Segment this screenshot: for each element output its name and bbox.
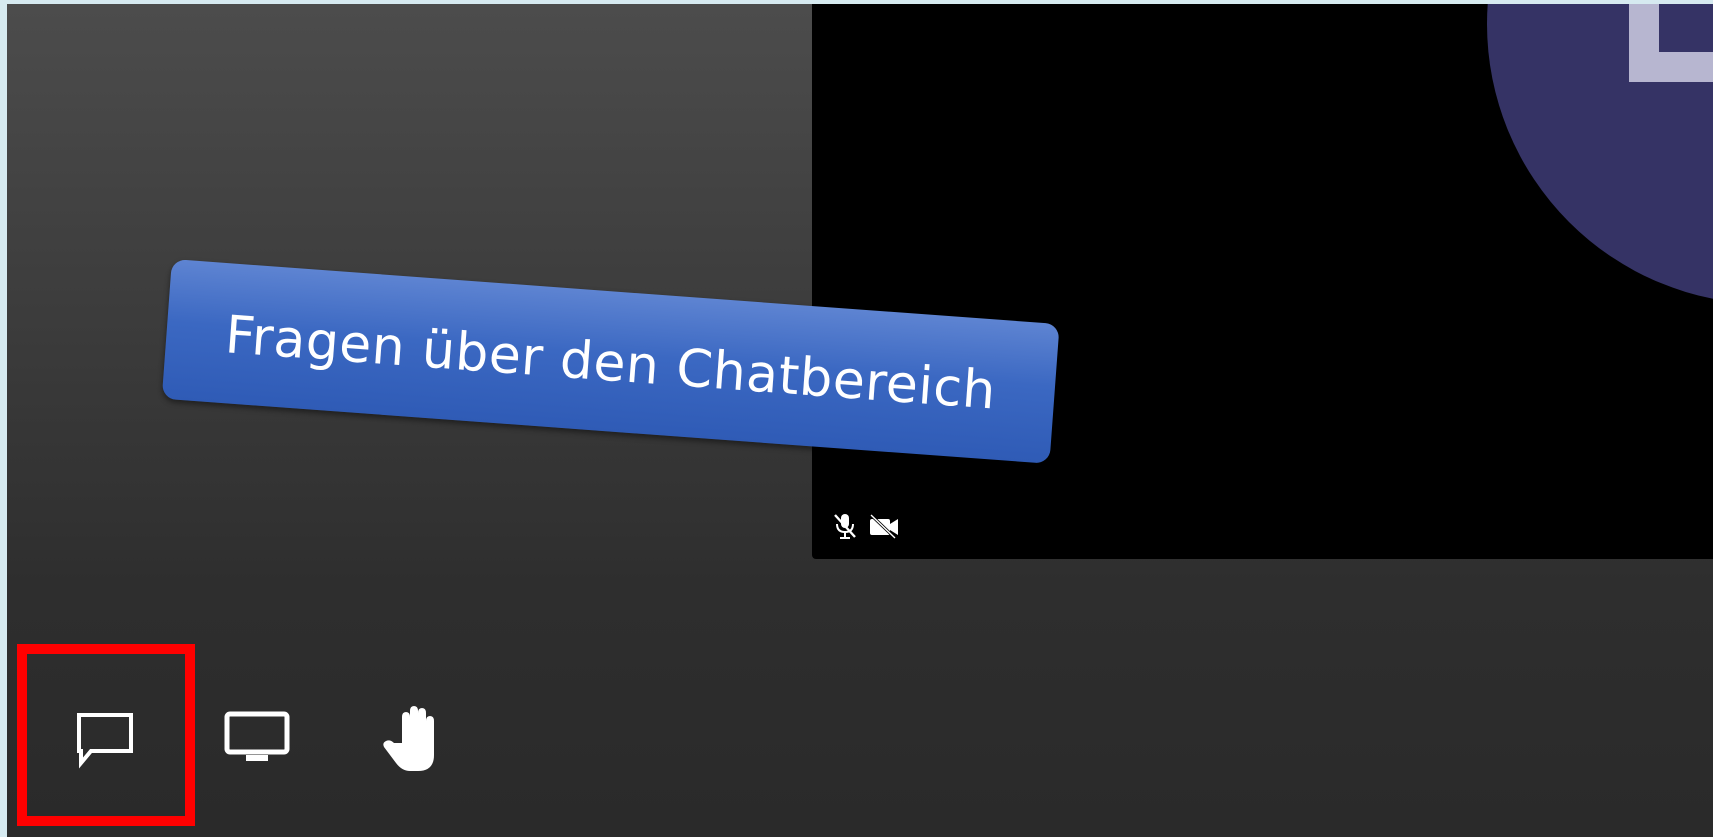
avatar-initial-letter <box>1629 4 1713 84</box>
camera-off-icon <box>868 513 900 539</box>
callout-label: Fragen über den Chatbereich <box>223 305 998 422</box>
participant-avatar <box>1487 4 1713 304</box>
raise-hand-icon <box>382 703 448 775</box>
meeting-stage: Fragen über den Chatbereich <box>7 4 1713 837</box>
raise-hand-button[interactable] <box>325 644 505 834</box>
microphone-muted-icon <box>832 512 858 540</box>
participant-video-tile[interactable] <box>812 4 1713 559</box>
participant-status-icons <box>832 512 900 540</box>
screen-share-button[interactable] <box>167 644 347 834</box>
chat-icon <box>75 709 135 769</box>
screen-share-icon <box>224 711 290 767</box>
meeting-toolbar <box>7 644 607 837</box>
